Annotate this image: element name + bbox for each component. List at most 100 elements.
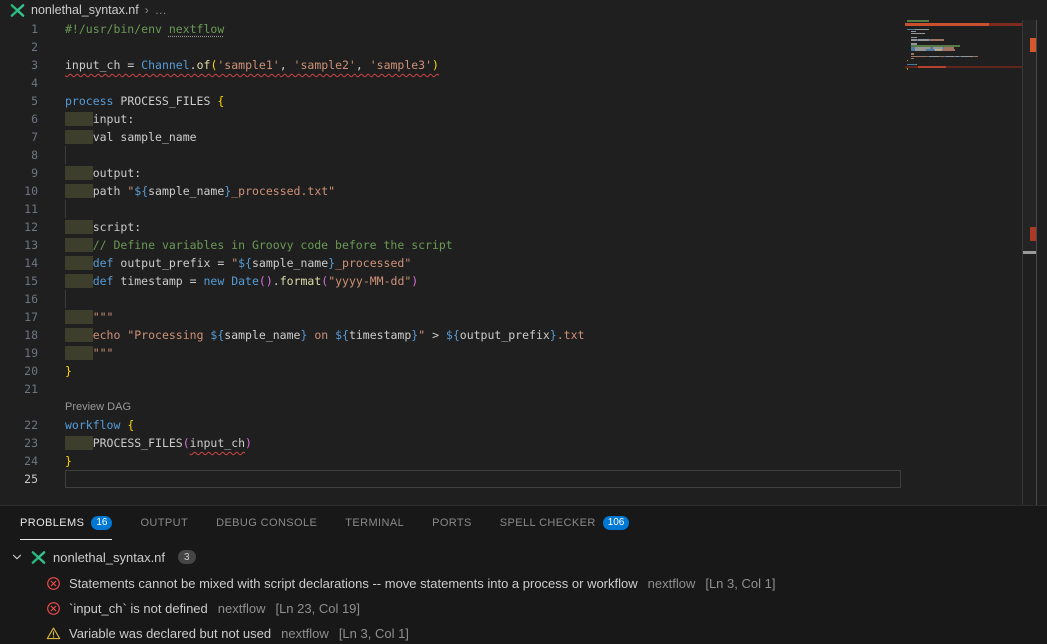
code-token: = bbox=[120, 58, 141, 72]
problem-message: Statements cannot be mixed with script d… bbox=[69, 576, 638, 591]
codelens-preview-dag[interactable]: Preview DAG bbox=[65, 398, 131, 416]
panel-tab-label: OUTPUT bbox=[140, 517, 188, 529]
code-editor[interactable]: 1234567891011121314151617181920212223242… bbox=[0, 20, 1047, 505]
code-token: output_prefix = bbox=[120, 256, 231, 270]
code-token: > bbox=[425, 328, 446, 342]
code-token: ${ bbox=[335, 328, 349, 342]
problem-row-1[interactable]: Statements cannot be mixed with script d… bbox=[0, 571, 1047, 595]
line-number: 5 bbox=[0, 92, 38, 110]
problem-row-2[interactable]: `input_ch` is not definednextflow[Ln 23,… bbox=[0, 596, 1047, 620]
code-token: ${ bbox=[446, 328, 460, 342]
problem-position: [Ln 23, Col 19] bbox=[275, 601, 360, 616]
code-line-17[interactable]: """ bbox=[65, 308, 113, 326]
code-token: { bbox=[217, 94, 224, 108]
line-number: 6 bbox=[0, 110, 38, 128]
panel-tab-terminal[interactable]: TERMINAL bbox=[345, 506, 404, 540]
code-token: } bbox=[65, 454, 72, 468]
panel-tab-badge: 106 bbox=[603, 516, 630, 530]
current-line-highlight bbox=[65, 470, 901, 488]
error-icon bbox=[46, 601, 61, 616]
code-token: process bbox=[65, 94, 120, 108]
breadcrumb-filename[interactable]: nonlethal_syntax.nf bbox=[31, 3, 139, 17]
chevron-down-icon[interactable] bbox=[10, 550, 24, 564]
code-line-19[interactable]: """ bbox=[65, 344, 113, 362]
code-token: _processed" bbox=[335, 256, 411, 270]
panel-tab-ports[interactable]: PORTS bbox=[432, 506, 472, 540]
code-token: 'sample2' bbox=[294, 58, 356, 72]
code-line-13[interactable]: // Define variables in Groovy code befor… bbox=[65, 236, 453, 254]
code-line-7[interactable]: val sample_name bbox=[65, 128, 197, 146]
scrollbar-slider[interactable] bbox=[1023, 20, 1036, 254]
problem-message: Variable was declared but not used bbox=[69, 626, 271, 641]
line-number: 12 bbox=[0, 218, 38, 236]
code-line-6[interactable]: input: bbox=[65, 110, 134, 128]
panel-tab-spell-checker[interactable]: SPELL CHECKER 106 bbox=[500, 506, 630, 540]
indent-guide bbox=[65, 290, 66, 308]
code-line-15[interactable]: def timestamp = new Date().format("yyyy-… bbox=[65, 272, 418, 290]
code-line-10[interactable]: path "${sample_name}_processed.txt" bbox=[65, 182, 335, 200]
minimap-error-line-3 bbox=[905, 23, 1022, 26]
line-number: 2 bbox=[0, 38, 38, 56]
overview-ruler-error-mark-1 bbox=[1030, 38, 1036, 52]
warning-icon bbox=[46, 626, 61, 641]
code-line-24[interactable]: } bbox=[65, 452, 72, 470]
code-line-9[interactable]: output: bbox=[65, 164, 141, 182]
breadcrumb[interactable]: nonlethal_syntax.nf › … bbox=[0, 0, 1047, 20]
code-token: """ bbox=[93, 310, 114, 324]
code-token: format bbox=[280, 274, 322, 288]
line-number: 17 bbox=[0, 308, 38, 326]
panel-tab-debug-console[interactable]: DEBUG CONSOLE bbox=[216, 506, 317, 540]
line-number: 1 bbox=[0, 20, 38, 38]
code-line-18[interactable]: echo "Processing ${sample_name} on ${tim… bbox=[65, 326, 584, 344]
code-token: sample_name bbox=[252, 256, 328, 270]
code-token: , bbox=[280, 58, 294, 72]
code-token: workflow bbox=[65, 418, 127, 432]
panel-tab-label: PORTS bbox=[432, 517, 472, 529]
line-number: 10 bbox=[0, 182, 38, 200]
code-token: ${ bbox=[134, 184, 148, 198]
code-token bbox=[65, 238, 93, 252]
vscode-window: nonlethal_syntax.nf › … 1234567891011121… bbox=[0, 0, 1047, 644]
breadcrumb-separator: › bbox=[145, 3, 149, 17]
code-token: input: bbox=[93, 112, 135, 126]
code-token: . bbox=[273, 274, 280, 288]
code-line-12[interactable]: script: bbox=[65, 218, 141, 236]
panel-tab-label: TERMINAL bbox=[345, 517, 404, 529]
code-line-3[interactable]: input_ch = Channel.of('sample1', 'sample… bbox=[65, 56, 439, 74]
problem-source: nextflow bbox=[218, 601, 266, 616]
code-token: .txt bbox=[557, 328, 585, 342]
problem-row-3[interactable]: Variable was declared but not used nextfl… bbox=[0, 621, 1047, 644]
code-token bbox=[65, 130, 93, 144]
code-line-20[interactable]: } bbox=[65, 362, 72, 380]
line-number: 20 bbox=[0, 362, 38, 380]
code-line-5[interactable]: process PROCESS_FILES { bbox=[65, 92, 224, 110]
code-token bbox=[65, 310, 93, 324]
code-token: PROCESS_FILES bbox=[93, 436, 183, 450]
problem-position: [Ln 3, Col 1] bbox=[705, 576, 775, 591]
code-token: script: bbox=[93, 220, 141, 234]
line-number: 25 bbox=[0, 470, 38, 488]
line-number: 9 bbox=[0, 164, 38, 182]
code-line-22[interactable]: workflow { bbox=[65, 416, 134, 434]
breadcrumb-more[interactable]: … bbox=[155, 3, 167, 17]
panel-tab-label: SPELL CHECKER bbox=[500, 517, 596, 529]
scrollbar[interactable] bbox=[1022, 20, 1037, 505]
code-token: PROCESS_FILES bbox=[120, 94, 217, 108]
code-token: ( bbox=[183, 436, 190, 450]
line-number: 13 bbox=[0, 236, 38, 254]
code-token: ${ bbox=[238, 256, 252, 270]
line-number: 18 bbox=[0, 326, 38, 344]
line-number: 15 bbox=[0, 272, 38, 290]
code-token bbox=[65, 274, 93, 288]
line-number: 8 bbox=[0, 146, 38, 164]
code-token: new bbox=[204, 274, 232, 288]
problems-file-group[interactable]: nonlethal_syntax.nf 3 bbox=[0, 545, 1047, 569]
code-line-14[interactable]: def output_prefix = "${sample_name}_proc… bbox=[65, 254, 411, 272]
code-line-23[interactable]: PROCESS_FILES(input_ch) bbox=[65, 434, 252, 452]
minimap[interactable] bbox=[905, 20, 1022, 505]
problem-source: nextflow bbox=[281, 626, 329, 641]
code-line-1[interactable]: #!/usr/bin/env nextflow bbox=[65, 20, 224, 38]
code-token bbox=[65, 256, 93, 270]
panel-tab-output[interactable]: OUTPUT bbox=[140, 506, 188, 540]
panel-tab-problems[interactable]: PROBLEMS16 bbox=[20, 506, 112, 540]
